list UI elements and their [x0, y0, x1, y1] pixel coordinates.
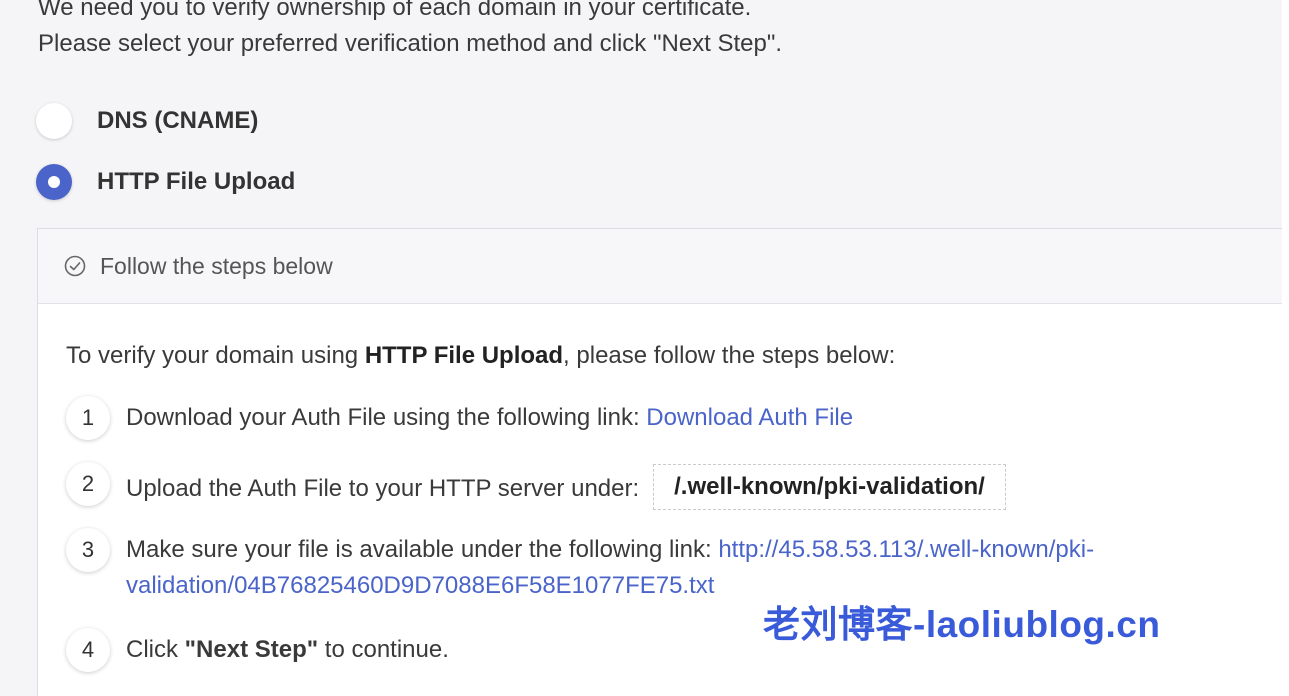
radio-dns[interactable]: [36, 103, 72, 139]
instruction-bold: HTTP File Upload: [364, 342, 564, 369]
step-4-bold: "Next Step": [184, 636, 319, 663]
step-text-4: Click "Next Step" to continue.: [126, 628, 449, 668]
step-3: 3 Make sure your file is available under…: [66, 528, 1094, 604]
radio-option-dns[interactable]: DNS (CNAME): [36, 103, 258, 139]
step-2-label: Upload the Auth File to your HTTP server…: [126, 475, 640, 502]
radio-label-http: HTTP File Upload: [97, 168, 296, 195]
watermark: 老刘博客-laoliublog.cn: [763, 604, 1161, 645]
step-2: 2 Upload the Auth File to your HTTP serv…: [66, 462, 1006, 512]
download-auth-file-link[interactable]: Download Auth File: [646, 404, 853, 431]
step-text-1: Download your Auth File using the follow…: [126, 396, 853, 436]
validation-url-link-part-1[interactable]: http://45.58.53.113/.well-known/pki-: [718, 536, 1094, 563]
step-4-suffix: to continue.: [318, 636, 449, 663]
radio-label-dns: DNS (CNAME): [97, 107, 259, 134]
validation-url-link-part-2[interactable]: validation/04B76825460D9D7088E6F58E1077F…: [126, 572, 714, 599]
check-circle-icon: [64, 255, 86, 277]
radio-http[interactable]: [36, 164, 72, 200]
step-number-1: 1: [66, 396, 110, 440]
step-1-label: Download your Auth File using the follow…: [126, 404, 647, 431]
step-number-4: 4: [66, 628, 110, 672]
instruction-suffix: , please follow the steps below:: [563, 342, 896, 369]
step-number-2: 2: [66, 462, 110, 506]
intro-line-2: Please select your preferred verificatio…: [38, 30, 783, 57]
step-1: 1 Download your Auth File using the foll…: [66, 396, 853, 440]
validation-path-code: /.well-known/pki-validation/: [653, 464, 1006, 510]
step-text-3: Make sure your file is available under t…: [126, 528, 1094, 604]
panel-header-title: Follow the steps below: [100, 252, 333, 279]
step-number-3: 3: [66, 528, 110, 572]
instruction-text: To verify your domain using HTTP File Up…: [66, 342, 895, 370]
step-text-2: Upload the Auth File to your HTTP server…: [126, 462, 1006, 512]
right-edge: [1282, 0, 1289, 696]
intro-text: We need you to verify ownership of each …: [38, 0, 782, 62]
page: We need you to verify ownership of each …: [0, 0, 1282, 696]
step-3-label: Make sure your file is available under t…: [126, 536, 719, 563]
step-4-prefix: Click: [126, 636, 185, 663]
panel-header: Follow the steps below: [38, 229, 1282, 304]
step-4: 4 Click "Next Step" to continue.: [66, 628, 449, 672]
instruction-prefix: To verify your domain using: [66, 342, 365, 369]
radio-option-http[interactable]: HTTP File Upload: [36, 164, 295, 200]
intro-line-1: We need you to verify ownership of each …: [38, 0, 752, 21]
